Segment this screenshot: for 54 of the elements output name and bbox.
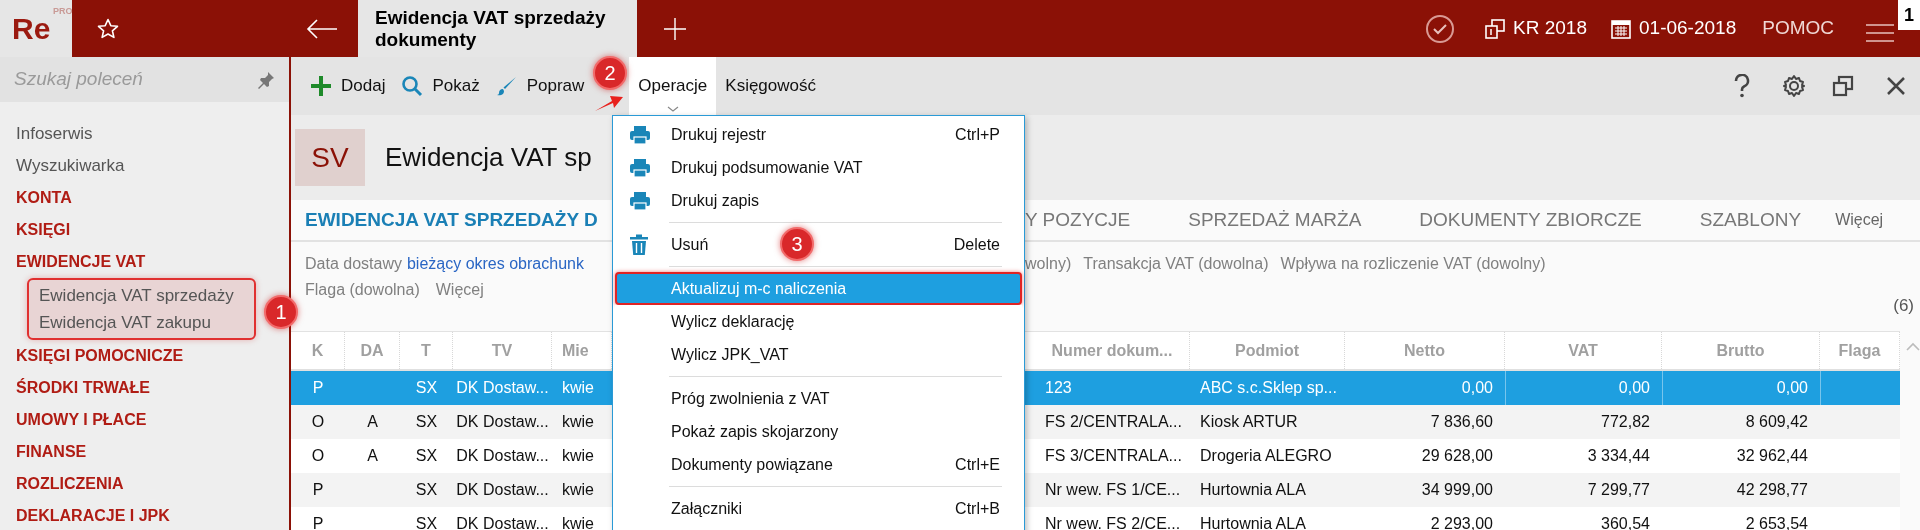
shortcut-label: Ctrl+E (955, 454, 1000, 475)
filter-label: Data dostawy (305, 254, 402, 274)
table-cell-text: O (311, 446, 325, 466)
shortcut-label: Delete (953, 234, 1000, 255)
table-cell-text: DK Dostaw... (456, 480, 549, 500)
table-cell-text: DK Dostaw... (456, 446, 549, 466)
table-cell-text: SX (415, 378, 438, 398)
table-cell-text: 7 836,60 (1430, 412, 1493, 432)
table-cell-text: Kiosk ARTUR (1200, 412, 1298, 432)
table-cell-text: kwie (562, 480, 594, 500)
view-badge: SV (295, 129, 365, 186)
app-logo: Re (12, 13, 51, 44)
table-cell-text: SX (415, 412, 438, 432)
table-cell-text: DK Dostaw... (456, 514, 549, 530)
table-cell-text: P (312, 480, 324, 500)
table-cell-text: 32 962,44 (1736, 446, 1808, 466)
table-cell-text: A (367, 412, 378, 432)
shortcut-label: Ctrl+P (955, 124, 1000, 145)
table-cell-text: 0,00 (1618, 378, 1650, 398)
table-cell-text: 123 (1045, 378, 1072, 398)
table-cell-text: O (311, 412, 325, 432)
table-cell-text: kwie (562, 412, 594, 432)
window-number: 1 (1898, 0, 1920, 30)
table-cell-text: 34 999,00 (1421, 480, 1493, 500)
table-cell-text: kwie (562, 514, 594, 530)
table-cell-text: 7 299,77 (1587, 480, 1650, 500)
table-cell-text: 8 609,42 (1745, 412, 1808, 432)
table-cell-text: DK Dostaw... (456, 412, 549, 432)
table-cell-text: 0,00 (1776, 378, 1808, 398)
logo-suffix: PRO (53, 7, 73, 16)
table-cell-text: 0,00 (1461, 378, 1493, 398)
table-cell-text: Nr wew. FS 1/CE... (1045, 480, 1181, 500)
table-cell-text: 42 298,77 (1736, 480, 1808, 500)
table-cell-text: ABC s.c.Sklep sp... (1200, 378, 1337, 398)
table-cell-text: 29 628,00 (1421, 446, 1493, 466)
table-cell-text: P (312, 514, 324, 530)
view-title: Ewidencja VAT sp (385, 141, 592, 174)
table-cell-text: P (312, 378, 324, 398)
table-cell-text: kwie (562, 446, 594, 466)
table-cell-text: SX (415, 514, 438, 530)
table-cell-text: Nr wew. FS 2/CE... (1045, 514, 1181, 530)
table-cell-text: SX (415, 446, 438, 466)
record-count: (6) (1893, 299, 1914, 317)
table-cell-text: 3 334,44 (1587, 446, 1650, 466)
table-cell-text: 772,82 (1601, 412, 1650, 432)
table-cell-text: DK Dostaw... (456, 378, 549, 398)
table-cell-text: A (367, 446, 378, 466)
table-cell-text: FS 2/CENTRALA... (1045, 412, 1182, 432)
table-cell-text: FS 3/CENTRALA... (1045, 446, 1182, 466)
table-cell-text: Hurtownia ALA (1200, 480, 1306, 500)
table-cell-text: Hurtownia ALA (1200, 514, 1306, 530)
table-cell-text: SX (415, 480, 438, 500)
table-cell-text: kwie (562, 378, 594, 398)
table-cell-text: Drogeria ALEGRO (1200, 446, 1332, 466)
